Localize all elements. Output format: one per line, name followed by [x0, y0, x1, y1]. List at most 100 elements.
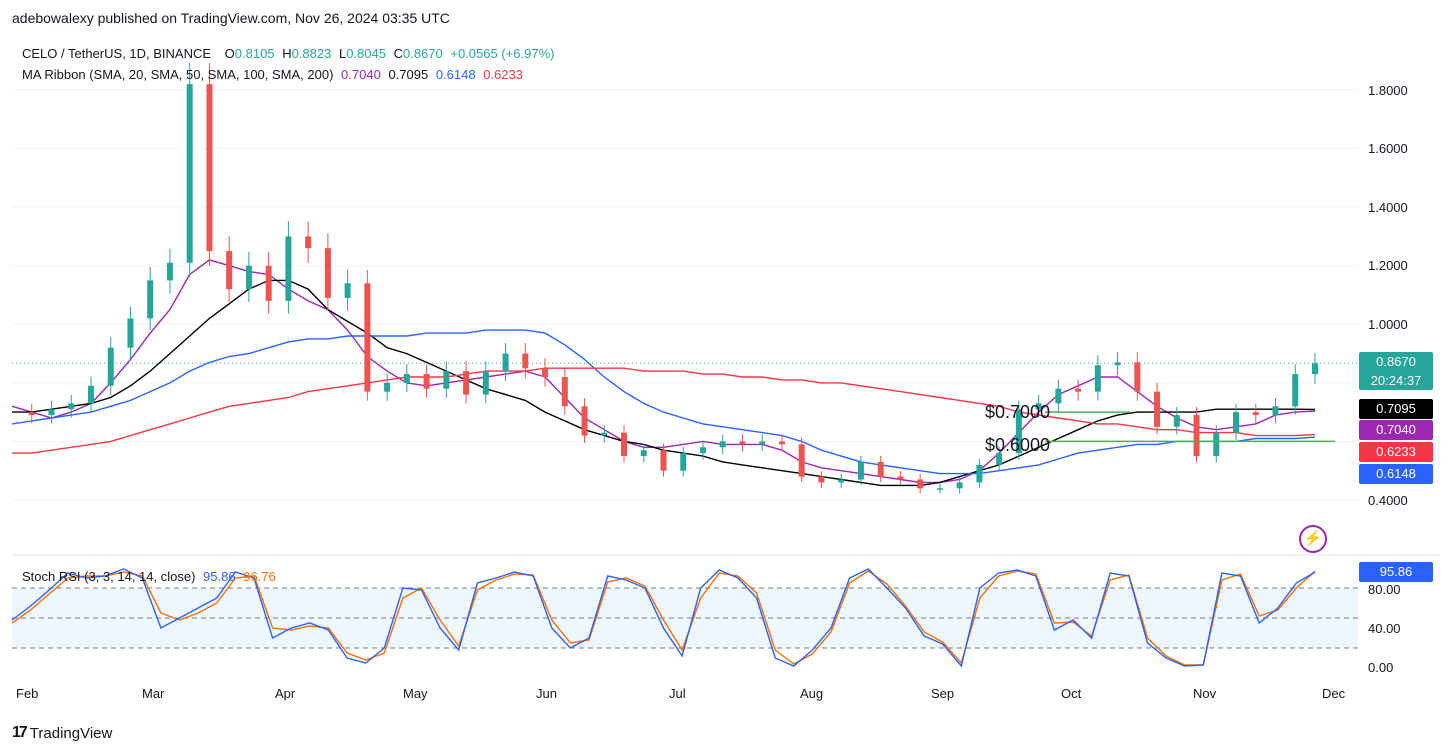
candle-body — [463, 371, 470, 395]
close-value: 0.8670 — [402, 46, 443, 61]
candle-body — [87, 385, 94, 404]
candle-body — [384, 382, 391, 392]
price-tick: 1.0000 — [1368, 317, 1408, 332]
stoch-label: Stoch RSI (3, 3, 14, 14, close) — [22, 569, 196, 584]
sma20-price-box: 0.7040 — [1359, 420, 1433, 440]
candle-body — [245, 265, 252, 290]
month-label: Oct — [1061, 686, 1082, 701]
month-label: Apr — [275, 686, 296, 701]
stoch-tick: 80.00 — [1368, 582, 1401, 597]
tradingview-logo[interactable]: 17 TradingView — [12, 724, 112, 742]
chart-canvas[interactable] — [0, 0, 1453, 756]
month-label: Mar — [142, 686, 165, 701]
ma-line-0.6233 — [12, 367, 1316, 454]
month-label: Aug — [800, 686, 824, 701]
candle-body — [1213, 432, 1220, 457]
stoch-price-box: 95.86 — [1359, 562, 1433, 582]
month-label: Feb — [16, 686, 39, 701]
candle-body — [147, 280, 154, 319]
sma20-value: 0.7040 — [341, 67, 381, 82]
candle-body — [621, 432, 628, 457]
stoch-k-value: 95.86 — [203, 569, 236, 584]
candle-body — [28, 412, 35, 416]
stoch-d-value: 96.76 — [243, 569, 276, 584]
stoch-tick: 40.00 — [1368, 621, 1401, 636]
candle-body — [936, 488, 943, 490]
high-value: 0.8823 — [291, 46, 332, 61]
month-label: Dec — [1322, 686, 1346, 701]
price-tick: 1.8000 — [1368, 83, 1408, 98]
candle-body — [818, 476, 825, 483]
month-label: Jul — [669, 686, 686, 701]
candle-body — [502, 353, 509, 372]
candle-body — [1252, 412, 1259, 416]
candle-body — [522, 353, 529, 369]
candle-body — [640, 450, 647, 457]
month-label: Jun — [536, 686, 557, 701]
sma50-price-box: 0.7095 — [1359, 399, 1433, 419]
candle-body — [68, 403, 75, 410]
symbol-name[interactable]: CELO / TetherUS, 1D, BINANCE — [22, 46, 211, 61]
candle-body — [127, 318, 134, 348]
stoch-tick: 0.00 — [1368, 660, 1394, 675]
level-annotation-070[interactable]: $0.7000 — [985, 402, 1050, 423]
candle-body — [601, 432, 608, 436]
candle-body — [778, 441, 785, 445]
candle-body — [561, 377, 568, 407]
candle-body — [324, 248, 331, 298]
candle-body — [759, 441, 766, 445]
price-tick: 1.2000 — [1368, 258, 1408, 273]
flash-icon[interactable]: ⚡ — [1299, 525, 1327, 553]
candle-body — [699, 447, 706, 454]
sma200-price-box: 0.6233 — [1359, 442, 1433, 462]
price-tick: 1.6000 — [1368, 141, 1408, 156]
candle-body — [1292, 374, 1299, 407]
sma100-value: 0.6148 — [435, 67, 476, 82]
candle-body — [1094, 365, 1101, 392]
symbol-legend: CELO / TetherUS, 1D, BINANCE O0.8105 H0.… — [22, 46, 555, 61]
candle-body — [364, 283, 371, 392]
price-tick: 0.4000 — [1368, 493, 1408, 508]
candle-body — [1233, 412, 1240, 433]
candle-body — [660, 450, 667, 471]
candle-body — [1272, 406, 1279, 416]
ma-ribbon-legend[interactable]: MA Ribbon (SMA, 20, SMA, 50, SMA, 100, S… — [22, 67, 527, 82]
low-value: 0.8045 — [346, 46, 386, 61]
level-annotation-060[interactable]: $0.6000 — [985, 435, 1050, 456]
candle-body — [680, 453, 687, 471]
candle-body — [186, 84, 193, 263]
candle-body — [1173, 415, 1180, 427]
candle-body — [166, 262, 173, 281]
candle-body — [48, 409, 55, 416]
candle-body — [1114, 362, 1121, 366]
brand-name: TradingView — [29, 724, 113, 742]
candle-body — [798, 444, 805, 477]
candle-body — [305, 236, 312, 249]
sma200-value: 0.6233 — [483, 67, 523, 82]
stoch-legend[interactable]: Stoch RSI (3, 3, 14, 14, close) 95.86 96… — [22, 569, 280, 584]
candle-body — [226, 251, 233, 290]
candle-body — [403, 374, 410, 383]
sma100-price-box: 0.6148 — [1359, 464, 1433, 484]
candle-body — [838, 479, 845, 483]
candle-body — [1055, 388, 1062, 404]
candle-body — [285, 236, 292, 301]
candle-body — [1134, 362, 1141, 392]
candle-body — [1193, 415, 1200, 457]
ma-ribbon-label: MA Ribbon (SMA, 20, SMA, 50, SMA, 100, S… — [22, 67, 334, 82]
candle-body — [719, 441, 726, 448]
change-value: +0.0565 (+6.97%) — [450, 46, 555, 61]
candle-body — [1312, 363, 1318, 375]
candle-body — [423, 374, 430, 389]
candle-body — [897, 476, 904, 480]
candle-body — [344, 283, 351, 298]
bar-countdown: 20:24:37 — [1370, 373, 1422, 388]
candle-body — [443, 371, 450, 389]
candle-body — [1154, 391, 1161, 427]
candle-body — [1075, 388, 1082, 392]
open-value: 0.8105 — [234, 46, 275, 61]
price-tick: 1.4000 — [1368, 200, 1408, 215]
sma50-value: 0.7095 — [388, 67, 429, 82]
candle-body — [917, 479, 924, 489]
month-label: May — [403, 686, 428, 701]
